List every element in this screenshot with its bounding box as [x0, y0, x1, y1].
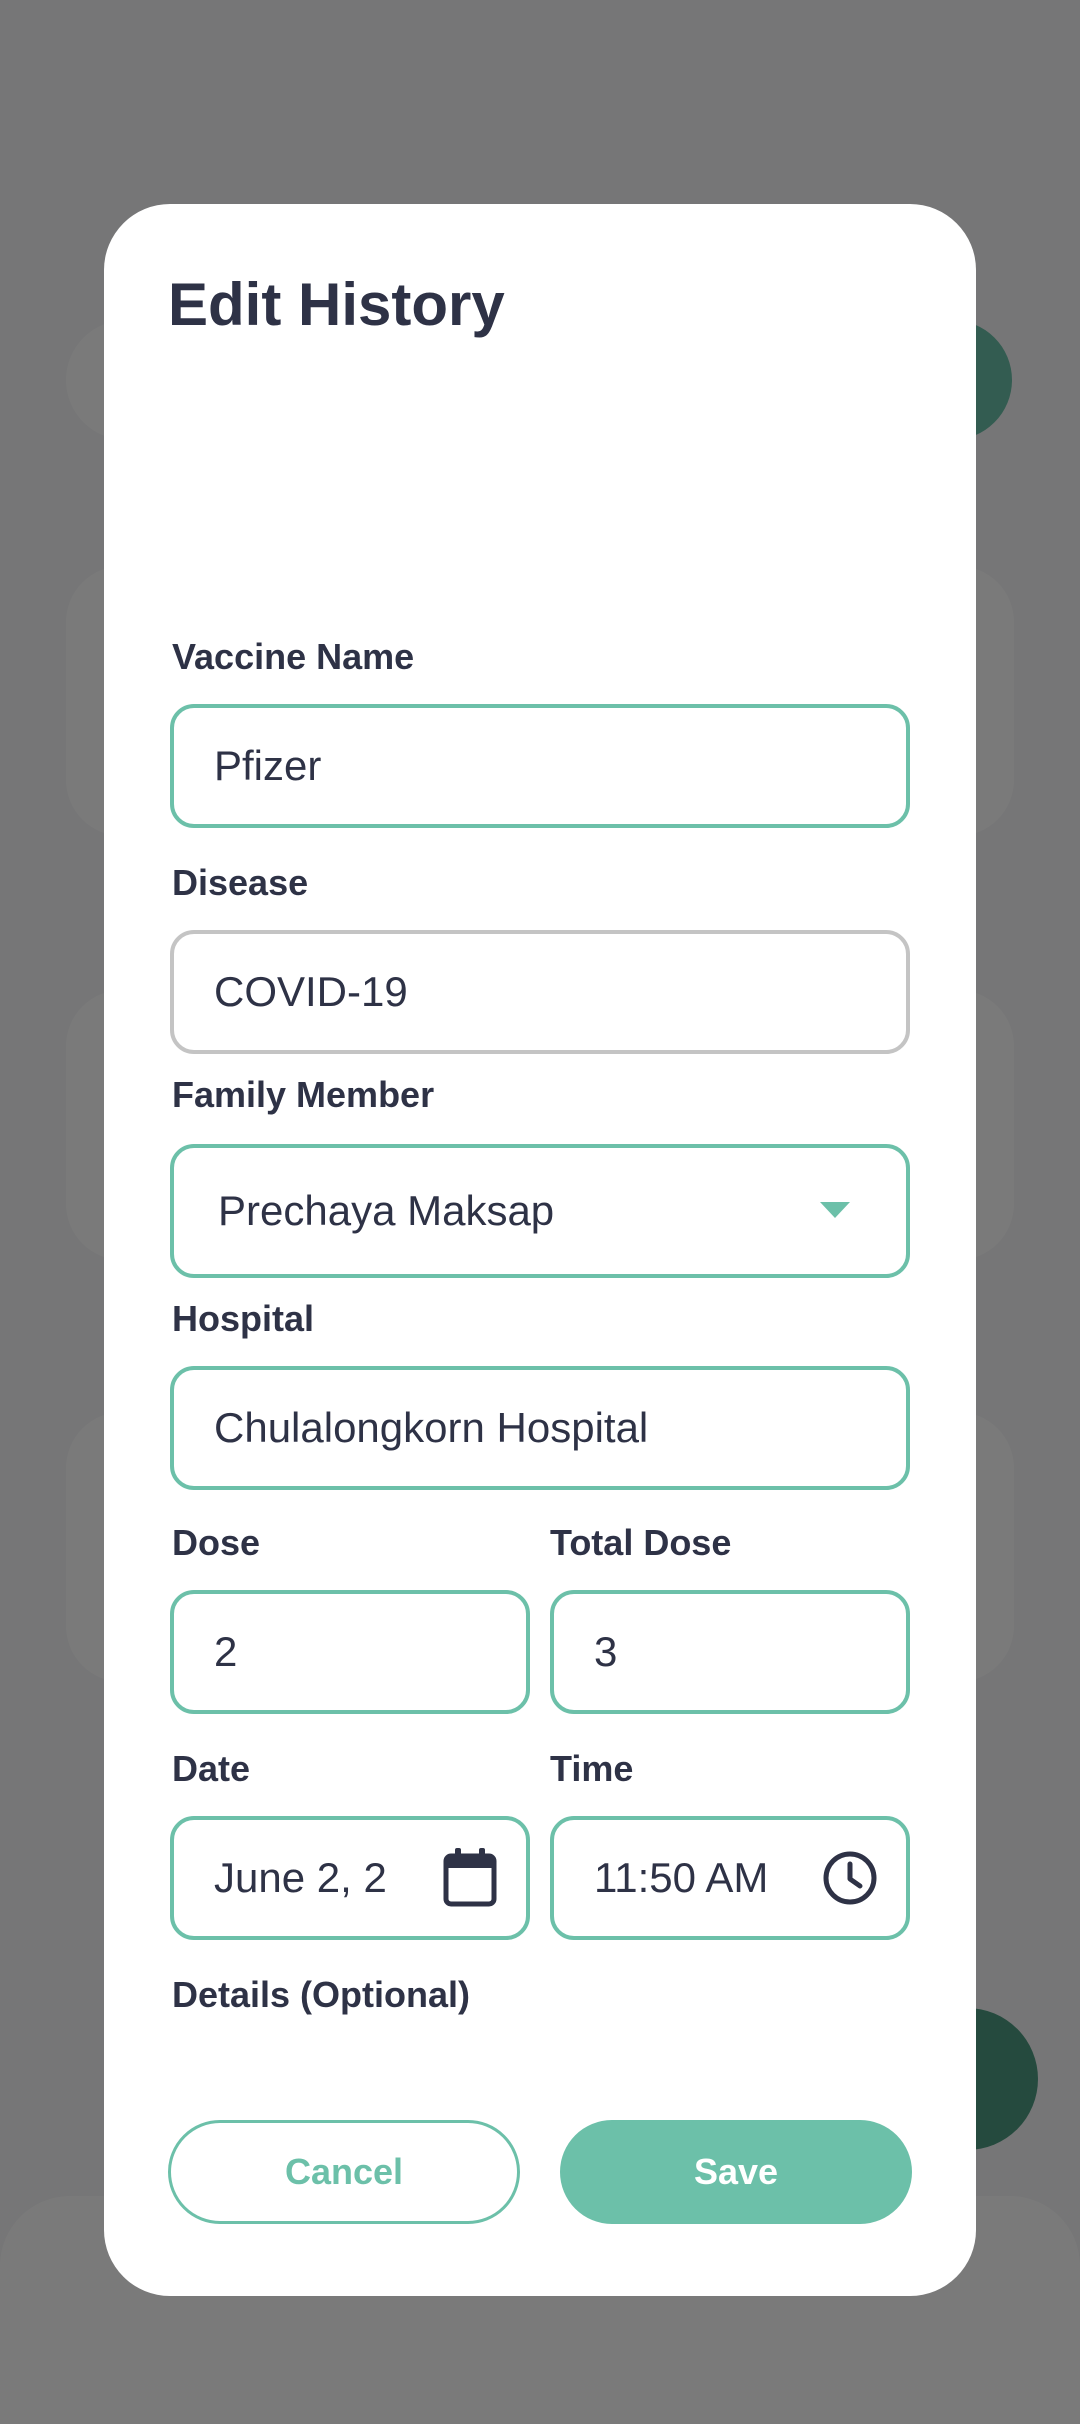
cancel-button[interactable]: Cancel [168, 2120, 520, 2224]
family-member-label: Family Member [172, 1074, 435, 1115]
time-input[interactable]: 11:50 AM [550, 1816, 910, 1940]
details-label: Details (Optional) [172, 1974, 471, 2015]
calendar-icon[interactable] [442, 1848, 498, 1908]
total-dose-label: Total Dose [550, 1522, 732, 1563]
clock-icon[interactable] [822, 1850, 878, 1906]
date-value: June 2, 2 [214, 1854, 387, 1901]
edit-history-dialog: Edit History Vaccine Name Pfizer Disease… [104, 204, 976, 2296]
date-label: Date [172, 1748, 251, 1789]
dialog-title: Edit History [168, 271, 505, 338]
disease-label: Disease [172, 862, 309, 903]
save-button[interactable]: Save [560, 2120, 912, 2224]
family-member-select[interactable]: Prechaya Maksap [170, 1144, 910, 1278]
dialog-form[interactable]: Vaccine Name Pfizer Disease COVID-19 Fam… [104, 404, 976, 2042]
family-member-value: Prechaya Maksap [218, 1187, 555, 1234]
total-dose-input[interactable]: 3 [550, 1590, 910, 1714]
hospital-label: Hospital [172, 1298, 315, 1339]
date-input[interactable]: June 2, 2 [170, 1816, 530, 1940]
time-value: 11:50 AM [594, 1854, 769, 1901]
vaccine-name-label: Vaccine Name [172, 636, 415, 677]
hospital-value: Chulalongkorn Hospital [214, 1404, 649, 1451]
time-label: Time [550, 1748, 634, 1789]
total-dose-value: 3 [594, 1628, 618, 1675]
dose-value: 2 [214, 1628, 238, 1675]
dose-label: Dose [172, 1522, 261, 1563]
caret-down-icon [820, 1202, 850, 1220]
disease-input[interactable]: COVID-19 [170, 930, 910, 1054]
disease-value: COVID-19 [214, 968, 408, 1015]
vaccine-name-value: Pfizer [214, 742, 322, 789]
vaccine-name-input[interactable]: Pfizer [170, 704, 910, 828]
hospital-input[interactable]: Chulalongkorn Hospital [170, 1366, 910, 1490]
dose-input[interactable]: 2 [170, 1590, 530, 1714]
